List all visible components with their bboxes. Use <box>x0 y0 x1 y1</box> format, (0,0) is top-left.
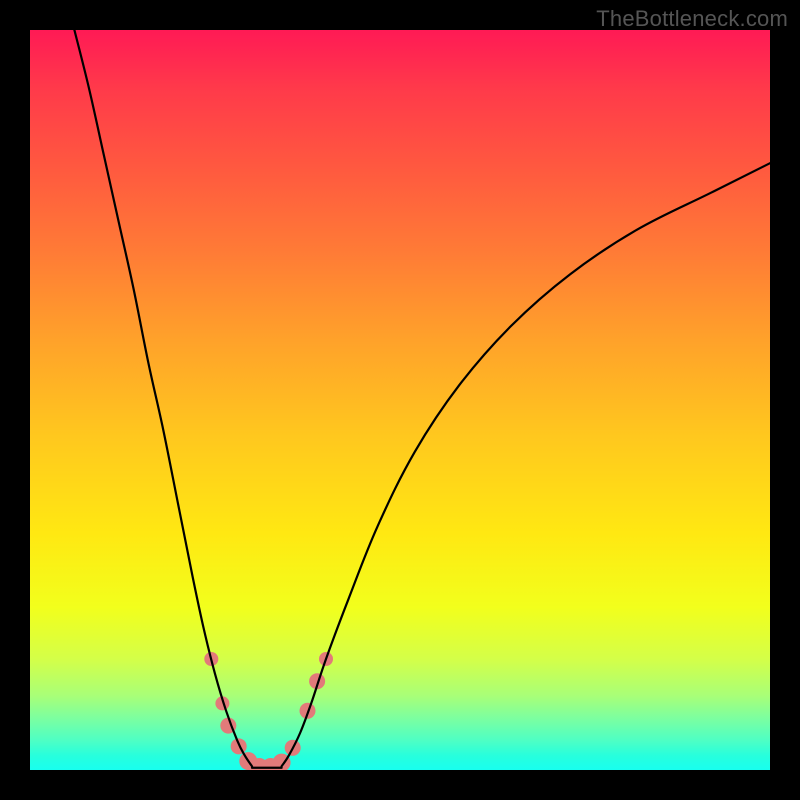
curve-plot <box>30 30 770 770</box>
marker-group <box>204 652 333 770</box>
curve-right <box>282 163 770 766</box>
watermark-label: TheBottleneck.com <box>596 6 788 32</box>
curve-left <box>74 30 252 766</box>
